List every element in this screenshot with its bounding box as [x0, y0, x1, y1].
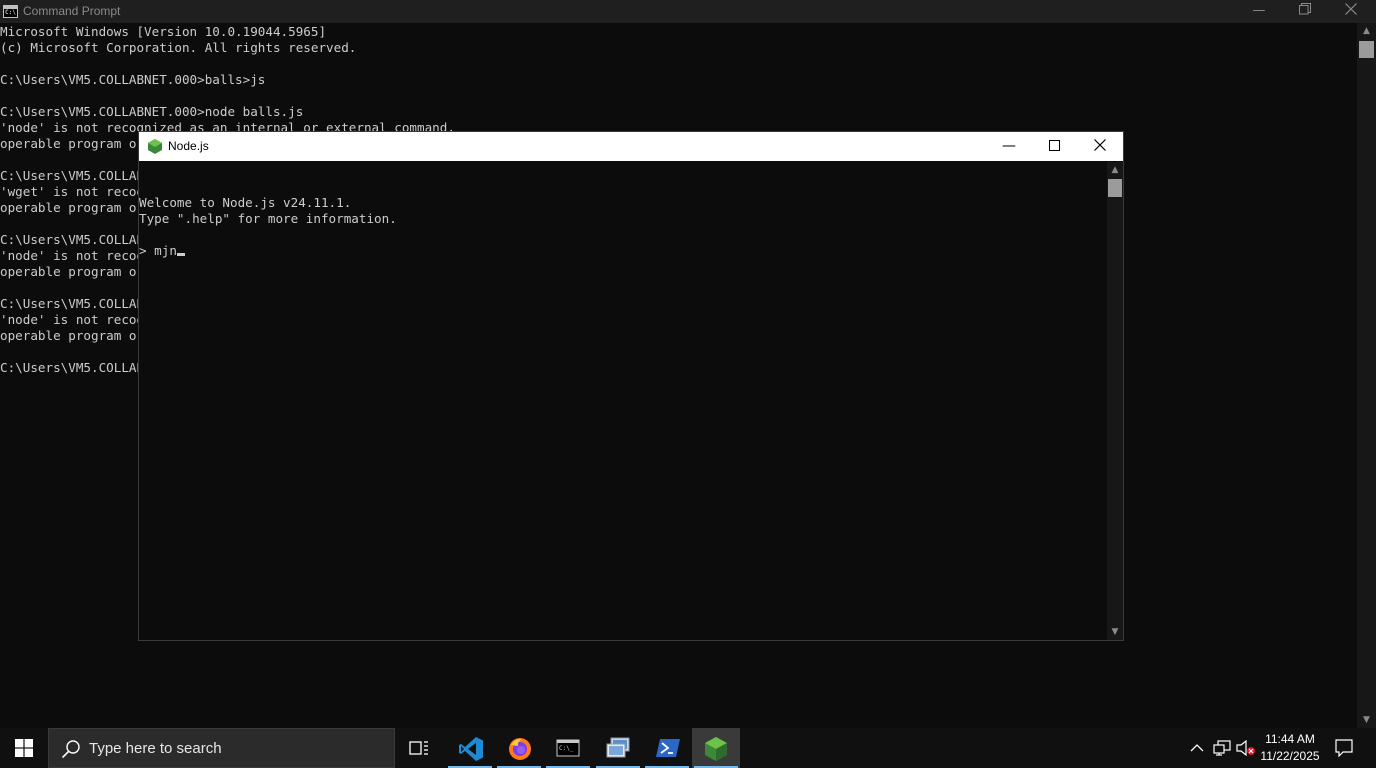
svg-text:C:\_: C:\_ — [559, 745, 574, 752]
clock-date: 11/22/2025 — [1260, 749, 1320, 763]
taskbar: Type here to search C:\_ 11:44 AM 11/22/… — [0, 728, 1376, 768]
start-button[interactable] — [0, 728, 48, 768]
scroll-up-arrow-icon[interactable]: ▲ — [1357, 23, 1376, 39]
console-line: Welcome to Node.js v24.11.1. — [139, 195, 352, 210]
chevron-up-icon — [1190, 744, 1204, 752]
console-line: C:\Users\VM5.COLLABNET.000>node balls.js — [0, 104, 304, 119]
powershell-icon — [656, 739, 680, 757]
text-cursor — [176, 253, 185, 256]
console-line: Microsoft Windows [Version 10.0.19044.59… — [0, 24, 327, 39]
nodejs-icon — [148, 139, 162, 154]
firefox-icon — [509, 738, 531, 760]
vscode-taskbar-button[interactable] — [446, 728, 494, 768]
action-center-button[interactable] — [1324, 728, 1364, 768]
clock-time: 11:44 AM — [1265, 732, 1315, 746]
console-line: Type ".help" for more information. — [139, 211, 397, 226]
repl-prompt: > — [139, 243, 155, 258]
minimize-button[interactable]: — — [1236, 0, 1282, 23]
nodejs-taskbar-button[interactable] — [692, 728, 740, 768]
repl-output[interactable]: Welcome to Node.js v24.11.1. Type ".help"… — [139, 162, 1107, 640]
repl-input[interactable]: mjn — [154, 243, 177, 258]
show-hidden-icons-button[interactable] — [1186, 728, 1208, 768]
windows-logo-icon — [15, 739, 33, 757]
network-icon — [1213, 740, 1231, 756]
volume-button[interactable] — [1234, 728, 1258, 768]
notification-icon — [1335, 739, 1353, 757]
task-view-button[interactable] — [395, 728, 443, 768]
remote-desktop-taskbar-button[interactable] — [594, 728, 642, 768]
minimize-button[interactable]: — — [986, 132, 1032, 161]
maximize-button[interactable] — [1031, 132, 1077, 161]
close-button[interactable] — [1328, 0, 1374, 23]
close-button[interactable] — [1077, 132, 1123, 161]
nodejs-icon — [705, 737, 727, 761]
task-view-icon — [409, 741, 428, 755]
restore-button[interactable] — [1282, 0, 1328, 23]
volume-muted-icon — [1236, 740, 1255, 756]
maximize-icon — [1048, 140, 1060, 151]
command-prompt-titlebar[interactable]: C:\ Command Prompt — — [0, 0, 1376, 23]
console-line: (c) Microsoft Corporation. All rights re… — [0, 40, 357, 55]
remote-desktop-icon — [606, 737, 630, 758]
window-title: Node.js — [168, 139, 209, 153]
command-prompt-app-icon: C:\ — [3, 5, 18, 18]
restore-icon — [1299, 3, 1311, 15]
search-placeholder: Type here to search — [89, 740, 222, 757]
taskbar-clock[interactable]: 11:44 AM 11/22/2025 — [1258, 731, 1322, 765]
window-title: Command Prompt — [23, 4, 121, 18]
powershell-taskbar-button[interactable] — [643, 728, 691, 768]
vertical-scrollbar[interactable]: ▲ ▼ — [1107, 162, 1123, 640]
vscode-icon — [459, 737, 483, 761]
console-line: C:\Users\VM5.COLLABNET.000>balls>js — [0, 72, 266, 87]
close-icon — [1094, 139, 1106, 151]
command-prompt-taskbar-button[interactable]: C:\_ — [544, 728, 592, 768]
scrollbar-thumb[interactable] — [1108, 179, 1122, 197]
repl-input-line[interactable]: > mjn — [139, 243, 1107, 259]
scroll-down-arrow-icon[interactable]: ▼ — [1107, 624, 1123, 640]
firefox-taskbar-button[interactable] — [495, 728, 543, 768]
network-button[interactable] — [1210, 728, 1234, 768]
search-icon — [61, 740, 80, 759]
nodejs-titlebar[interactable]: Node.js — — [139, 132, 1123, 161]
vertical-scrollbar[interactable]: ▲ ▼ — [1357, 23, 1376, 728]
close-icon — [1345, 3, 1357, 15]
taskbar-search-box[interactable]: Type here to search — [48, 728, 395, 768]
scroll-down-arrow-icon[interactable]: ▼ — [1357, 712, 1376, 728]
nodejs-window[interactable]: Node.js — Welcome to Node.js v24.11.1. Ty… — [138, 131, 1124, 641]
scrollbar-thumb[interactable] — [1359, 41, 1374, 58]
command-prompt-icon: C:\_ — [556, 739, 580, 757]
scroll-up-arrow-icon[interactable]: ▲ — [1107, 162, 1123, 178]
